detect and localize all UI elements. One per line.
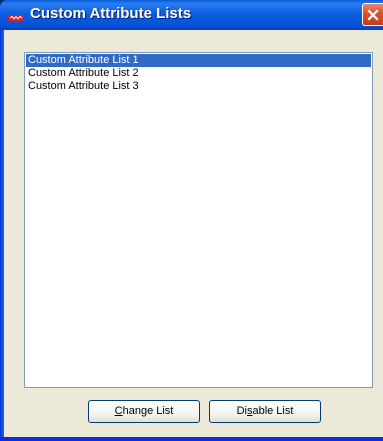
red-app-icon (8, 10, 24, 21)
dialog-client-area: Custom Attribute List 1 Custom Attribute… (4, 30, 383, 437)
title-bar[interactable]: Custom Attribute Lists (0, 0, 383, 30)
attribute-list-box[interactable]: Custom Attribute List 1 Custom Attribute… (24, 52, 373, 388)
list-item[interactable]: Custom Attribute List 3 (26, 80, 371, 93)
window-bottom-border (0, 437, 383, 441)
disable-list-label-pre: Di (236, 405, 247, 417)
change-list-mnemonic: C (114, 405, 123, 417)
change-list-button[interactable]: Change List (88, 400, 200, 423)
close-button[interactable] (362, 3, 383, 26)
dialog-window: Custom Attribute Lists Custom Attribute … (0, 0, 383, 441)
close-x-icon (367, 9, 379, 21)
disable-list-label-rest: able List (252, 405, 294, 417)
disable-list-button[interactable]: Disable List (209, 400, 321, 423)
list-item[interactable]: Custom Attribute List 2 (26, 67, 371, 80)
change-list-label: hange List (122, 405, 174, 417)
window-title: Custom Attribute Lists (30, 5, 192, 22)
list-item[interactable]: Custom Attribute List 1 (26, 54, 371, 67)
